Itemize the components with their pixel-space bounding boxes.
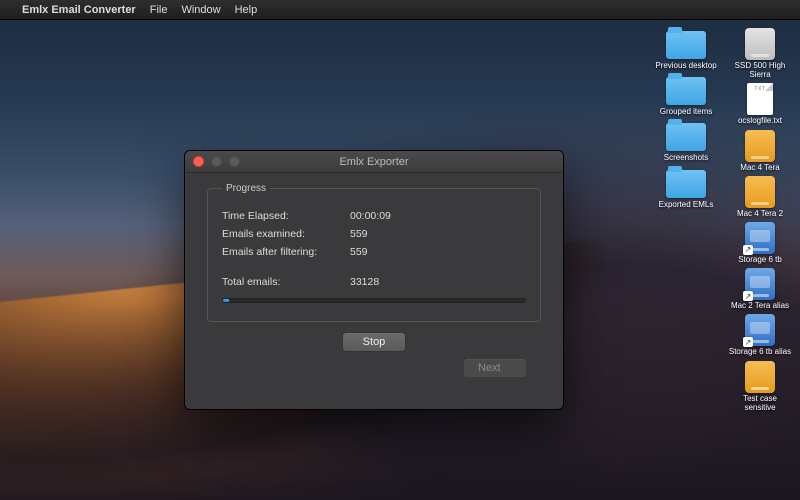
icon-label: Screenshots	[664, 153, 708, 162]
total-emails-value: 33128	[350, 276, 379, 288]
file-ocslogfile[interactable]: ocslogfile.txt	[726, 83, 794, 125]
drive-icon	[745, 130, 775, 162]
minimize-icon	[211, 156, 222, 167]
progress-group: Progress Time Elapsed: 00:00:09 Emails e…	[207, 183, 541, 322]
alias-badge-icon: ↗	[743, 337, 753, 347]
window-controls	[193, 156, 240, 167]
app-menu[interactable]: Emlx Email Converter	[22, 4, 136, 16]
folder-icon	[666, 123, 706, 151]
icon-label: Test case sensitive	[727, 394, 793, 412]
progress-bar-fill	[223, 299, 229, 302]
network-drive-icon: ↗	[745, 268, 775, 300]
desktop-icons: Previous desktop Grouped items Screensho…	[654, 28, 794, 412]
emails-filtered-value: 559	[350, 246, 368, 258]
row-emails-examined: Emails examined: 559	[222, 228, 526, 240]
drive-storage6tb[interactable]: ↗ Storage 6 tb	[726, 222, 794, 264]
dialog-titlebar[interactable]: Emlx Exporter	[185, 151, 563, 173]
icon-label: Mac 4 Tera	[740, 163, 779, 172]
time-elapsed-value: 00:00:09	[350, 210, 391, 222]
drive-icon	[745, 176, 775, 208]
emails-filtered-label: Emails after filtering:	[222, 246, 340, 258]
exporter-dialog: Emlx Exporter Progress Time Elapsed: 00:…	[184, 150, 564, 410]
icon-label: Storage 6 tb alias	[729, 347, 791, 356]
drive-mac2tera-alias[interactable]: ↗ Mac 2 Tera alias	[726, 268, 794, 310]
zoom-icon	[229, 156, 240, 167]
folder-icon	[666, 77, 706, 105]
desktop-col-drives: SSD 500 High Sierra ocslogfile.txt Mac 4…	[726, 28, 794, 412]
close-icon[interactable]	[193, 156, 204, 167]
progress-group-label: Progress	[222, 183, 270, 194]
row-time-elapsed: Time Elapsed: 00:00:09	[222, 210, 526, 222]
menu-file[interactable]: File	[150, 4, 168, 16]
total-emails-label: Total emails:	[222, 276, 340, 288]
drive-icon	[745, 28, 775, 60]
folder-screenshots[interactable]: Screenshots	[652, 120, 720, 162]
icon-label: SSD 500 High Sierra	[727, 61, 793, 79]
folder-exported-emls[interactable]: Exported EMLs	[652, 167, 720, 209]
progress-bar	[222, 298, 526, 303]
icon-label: Storage 6 tb	[738, 255, 782, 264]
network-drive-icon: ↗	[745, 222, 775, 254]
drive-mac4tera[interactable]: Mac 4 Tera	[726, 130, 794, 172]
folder-icon	[666, 31, 706, 59]
text-file-icon	[747, 83, 773, 115]
alias-badge-icon: ↗	[743, 245, 753, 255]
menu-help[interactable]: Help	[235, 4, 258, 16]
folder-icon	[666, 170, 706, 198]
drive-test-case-sensitive[interactable]: Test case sensitive	[726, 361, 794, 412]
drive-mac4tera2[interactable]: Mac 4 Tera 2	[726, 176, 794, 218]
desktop-col-folders: Previous desktop Grouped items Screensho…	[652, 28, 720, 412]
stop-button[interactable]: Stop	[342, 332, 406, 352]
row-total-emails: Total emails: 33128	[222, 276, 526, 288]
emails-examined-label: Emails examined:	[222, 228, 340, 240]
icon-label: Mac 2 Tera alias	[731, 301, 789, 310]
folder-previous-desktop[interactable]: Previous desktop	[652, 28, 720, 70]
icon-label: Exported EMLs	[659, 200, 714, 209]
menu-window[interactable]: Window	[181, 4, 220, 16]
next-button: Next	[463, 358, 527, 378]
drive-storage6tb-alias[interactable]: ↗ Storage 6 tb alias	[726, 314, 794, 356]
dialog-title: Emlx Exporter	[185, 156, 563, 168]
folder-grouped-items[interactable]: Grouped items	[652, 74, 720, 116]
alias-badge-icon: ↗	[743, 291, 753, 301]
menu-bar: Emlx Email Converter File Window Help	[0, 0, 800, 20]
drive-icon	[745, 361, 775, 393]
icon-label: Mac 4 Tera 2	[737, 209, 783, 218]
row-emails-filtered: Emails after filtering: 559	[222, 246, 526, 258]
drive-ssd-500[interactable]: SSD 500 High Sierra	[726, 28, 794, 79]
time-elapsed-label: Time Elapsed:	[222, 210, 340, 222]
icon-label: ocslogfile.txt	[738, 116, 782, 125]
network-drive-icon: ↗	[745, 314, 775, 346]
icon-label: Grouped items	[660, 107, 712, 116]
icon-label: Previous desktop	[655, 61, 716, 70]
emails-examined-value: 559	[350, 228, 368, 240]
